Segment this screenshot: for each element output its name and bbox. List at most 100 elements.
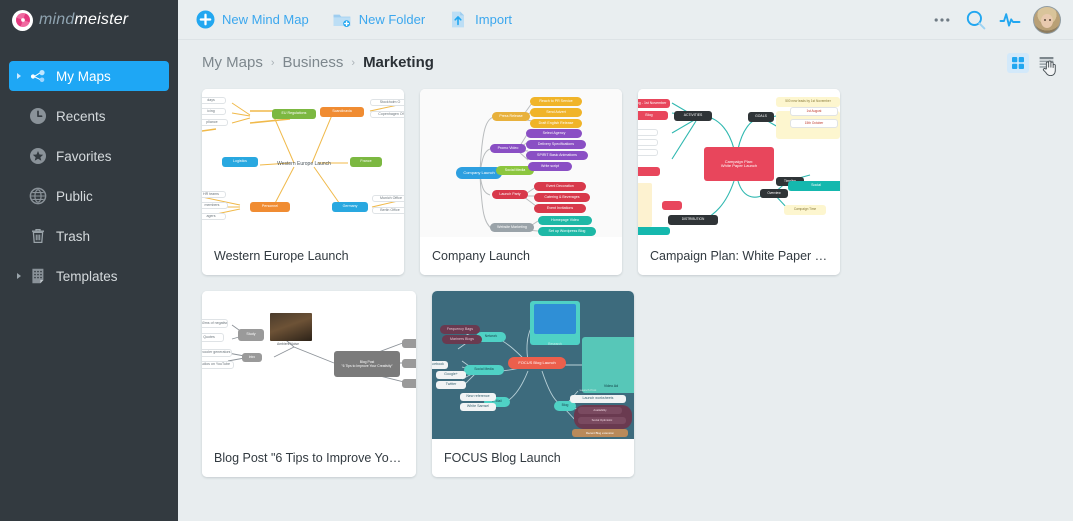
sidebar: mindmeister My Maps Recents Favorites Pu… bbox=[0, 0, 178, 521]
map-leaf: 15th October bbox=[790, 119, 838, 128]
map-node: Logistics bbox=[222, 157, 258, 167]
map-node: EU Regulations bbox=[272, 109, 316, 119]
map-image-node bbox=[530, 301, 580, 345]
map-image-node bbox=[270, 313, 312, 341]
breadcrumb-item-my-maps[interactable]: My Maps bbox=[202, 54, 263, 71]
sidebar-item-label: Recents bbox=[56, 108, 106, 124]
map-node: France bbox=[350, 157, 382, 167]
map-card-title: Campaign Plan: White Paper Launch bbox=[638, 237, 840, 275]
map-leaf: Blog bbox=[638, 111, 668, 120]
map-leaf: Delivery Specifications bbox=[526, 140, 586, 149]
breadcrumb-item-business[interactable]: Business bbox=[283, 54, 344, 71]
list-view-button[interactable] bbox=[1035, 53, 1057, 76]
map-card[interactable]: Blog Post "6 Tips to Improve Your Creati… bbox=[202, 291, 416, 477]
map-leaf: Google+ bbox=[436, 371, 466, 379]
map-leaf: agers bbox=[202, 213, 226, 220]
map-leaf: SPIRIT Basic Animations bbox=[526, 151, 588, 160]
folder-plus-icon bbox=[331, 9, 353, 31]
map-leaf: Studios on YouTube bbox=[202, 361, 234, 369]
mindmap-preview: Campaign Plan: White Paper Launch ACTIVI… bbox=[638, 89, 840, 237]
map-leaf: Mariners Blogs bbox=[442, 335, 482, 344]
import-label: Import bbox=[475, 12, 513, 27]
sidebar-item-recents[interactable]: Recents bbox=[9, 101, 169, 131]
breadcrumb-item-marketing: Marketing bbox=[363, 54, 434, 71]
map-thumbnail: Campaign Plan: White Paper Launch ACTIVI… bbox=[638, 89, 840, 237]
map-card-title: Western Europe Launch bbox=[202, 237, 404, 275]
map-node: Press Release bbox=[492, 112, 530, 121]
map-thumbnail: Blog Post "6 Tips to Improve Your Creati… bbox=[202, 291, 416, 439]
map-leaf: Write script bbox=[528, 162, 572, 171]
map-node: Research bbox=[548, 342, 562, 347]
sidebar-item-public[interactable]: Public bbox=[9, 181, 169, 211]
map-card-title: Blog Post "6 Tips to Improve Your ... bbox=[202, 439, 416, 477]
map-card[interactable]: Company Launch Press Release Promo Video… bbox=[420, 89, 622, 275]
sidebar-item-templates[interactable]: Templates bbox=[9, 261, 169, 291]
more-options-button[interactable] bbox=[925, 3, 959, 37]
new-folder-button[interactable]: New Folder bbox=[331, 9, 425, 31]
map-leaf: Munich Office bbox=[372, 195, 404, 202]
map-leaf: Berlin Office bbox=[372, 207, 404, 214]
breadcrumb-separator: › bbox=[270, 56, 275, 69]
map-leaf: Twitter bbox=[436, 381, 466, 389]
map-leaf: 500 new leads by 1st November bbox=[776, 97, 840, 107]
maps-grid: EU Regulations Scandinavia Logistics Fra… bbox=[178, 85, 1073, 521]
map-leaf: Availability bbox=[578, 407, 622, 414]
map-leaf: Launch Post bbox=[579, 388, 597, 392]
map-leaf: Facebook bbox=[432, 361, 448, 369]
map-leaf: intercooler generators bbox=[202, 349, 232, 357]
new-mind-map-button[interactable]: New Mind Map bbox=[194, 9, 309, 31]
map-root-node: FOCUS Blog Launch bbox=[508, 357, 566, 369]
sidebar-item-favorites[interactable]: Favorites bbox=[9, 141, 169, 171]
list-icon bbox=[1039, 57, 1053, 68]
map-card[interactable]: FOCUS Blog Launch Research Network Socia… bbox=[432, 291, 634, 477]
map-card[interactable]: Campaign Plan: White Paper Launch ACTIVI… bbox=[638, 89, 840, 275]
sidebar-item-label: Templates bbox=[56, 268, 118, 284]
breadcrumb: My Maps › Business › Marketing bbox=[178, 40, 1073, 85]
trash-icon bbox=[25, 227, 51, 245]
map-card[interactable]: EU Regulations Scandinavia Logistics Fra… bbox=[202, 89, 404, 275]
map-root-node: Western Europe Launch bbox=[277, 160, 331, 167]
import-button[interactable]: Import bbox=[447, 9, 512, 31]
map-leaf: pliance bbox=[202, 119, 228, 126]
expand-caret-icon[interactable] bbox=[13, 73, 25, 79]
map-card-title-text: Company Launch bbox=[432, 249, 530, 263]
logo-wordmark: mindmeister bbox=[39, 12, 128, 28]
expand-caret-icon[interactable] bbox=[13, 273, 25, 279]
map-leaf: quite 60ms of negatives bbox=[202, 319, 228, 328]
map-card-title: FOCUS Blog Launch bbox=[432, 439, 634, 477]
map-node: ACTIVITIES bbox=[674, 111, 712, 121]
activity-button[interactable] bbox=[993, 3, 1027, 37]
grid-view-button[interactable] bbox=[1007, 52, 1029, 73]
map-node: Intro bbox=[242, 353, 262, 362]
map-leaf: members bbox=[202, 202, 228, 209]
mindmeister-logo-icon bbox=[12, 9, 33, 31]
app-logo[interactable]: mindmeister bbox=[0, 0, 178, 40]
plus-circle-icon bbox=[194, 9, 216, 31]
map-leaf: Send Advert bbox=[530, 108, 582, 117]
map-leaf: icing bbox=[202, 108, 226, 115]
map-node: Website Marketing bbox=[490, 223, 534, 232]
logo-text-meister: meister bbox=[74, 11, 129, 28]
search-icon bbox=[966, 10, 986, 29]
map-leaf: Draft English Release bbox=[530, 119, 582, 128]
mindmap-preview: FOCUS Blog Launch Research Network Socia… bbox=[432, 291, 634, 439]
map-node: DISTRIBUTION bbox=[668, 215, 718, 225]
map-leaf: Select Agency bbox=[526, 129, 582, 138]
map-root-node: Campaign Plan: White Paper Launch bbox=[704, 147, 774, 181]
sidebar-item-trash[interactable]: Trash bbox=[9, 221, 169, 251]
sidebar-item-label: Trash bbox=[56, 228, 91, 244]
mindmap-preview: Company Launch Press Release Promo Video… bbox=[420, 89, 622, 237]
map-leaf: Catering & Beverages bbox=[534, 193, 590, 202]
map-leaf: Blog - 1st November bbox=[638, 99, 670, 108]
sidebar-item-my-maps[interactable]: My Maps bbox=[9, 61, 169, 91]
search-button[interactable] bbox=[959, 3, 993, 37]
top-toolbar: New Mind Map New Folder Import bbox=[178, 0, 1073, 40]
user-avatar[interactable] bbox=[1033, 5, 1061, 34]
map-leaf: Reach to PR Service bbox=[530, 97, 582, 106]
map-leaf: 1st August bbox=[790, 107, 838, 116]
map-leaf: Stockholm O bbox=[370, 99, 404, 106]
clock-icon bbox=[25, 107, 51, 125]
map-leaf: Homepage Video bbox=[538, 216, 592, 225]
map-node: Promo Video bbox=[490, 144, 526, 153]
grid-icon bbox=[1012, 56, 1024, 69]
